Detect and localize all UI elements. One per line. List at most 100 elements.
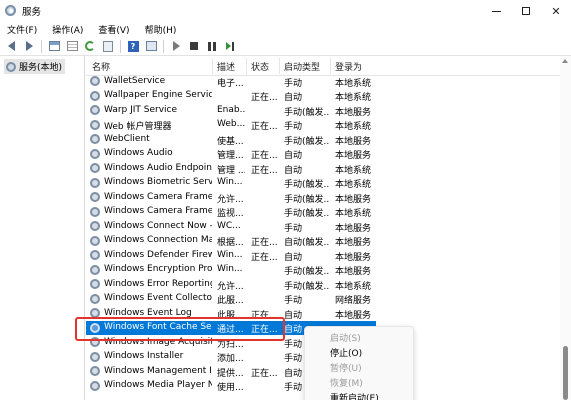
pause-service-button[interactable]	[205, 39, 219, 53]
menu-file[interactable]: 文件(F)	[7, 23, 37, 36]
restart-service-icon	[225, 41, 235, 51]
service-name: Windows Error Reporting S...	[104, 278, 212, 289]
show-console-tree-button[interactable]	[47, 39, 61, 53]
stop-service-button[interactable]	[187, 39, 201, 53]
menu-bar: 文件(F) 操作(A) 查看(V) 帮助(H)	[0, 22, 571, 37]
service-gear-icon	[90, 279, 100, 289]
table-row[interactable]: Windows Encryption Provid... Win... 手动(触发.…	[86, 263, 376, 277]
table-row[interactable]: Windows Error Reporting S... 允许... 手动(触发..…	[86, 277, 376, 292]
table-row[interactable]: Windows Connection Man... 根据... 正在... 自动(触发…	[86, 234, 376, 248]
service-gear-icon	[90, 250, 100, 260]
service-status: 正在...	[251, 122, 278, 132]
tree-item-services-local[interactable]: 服务(本地)	[4, 59, 66, 74]
pause-service-icon	[208, 41, 216, 51]
service-description: 监视...	[217, 209, 244, 219]
service-logon-as: 本地系统	[335, 281, 372, 292]
menu-action[interactable]: 操作(A)	[52, 23, 83, 36]
console-tree: 服务(本地)	[0, 56, 85, 400]
service-status: 正在...	[251, 238, 278, 248]
service-name: Windows Event Log	[104, 307, 192, 318]
service-name: Windows Installer	[104, 351, 184, 361]
list-view-button[interactable]	[65, 39, 79, 53]
service-name: WebClient	[104, 133, 150, 144]
column-header-logon-as[interactable]: 登录为	[335, 60, 362, 73]
table-row[interactable]: Windows Biometric Service Win... 手动(触发... 本…	[86, 176, 376, 190]
tree-item-label: 服务(本地)	[19, 63, 63, 73]
title-bar: 服务 ✕	[0, 0, 571, 22]
table-row[interactable]: Windows Audio 管理... 正在... 自动 本地服务	[86, 147, 376, 161]
table-row[interactable]: Windows Connect Now - C... WC... 手动 本地服务	[86, 219, 376, 234]
service-logon-as: 本地服务	[335, 310, 372, 321]
service-name: Windows Connect Now - C...	[104, 220, 212, 231]
properties-button[interactable]	[144, 39, 158, 53]
column-header-name[interactable]: 名称	[92, 60, 110, 73]
vertical-scrollbar[interactable]	[560, 56, 571, 400]
start-service-button[interactable]	[169, 39, 183, 53]
service-logon-as: 本地服务	[335, 136, 372, 147]
service-gear-icon	[90, 134, 100, 144]
service-logon-as: 本地系统	[335, 78, 372, 89]
column-header-startup-type[interactable]: 启动类型	[284, 60, 320, 73]
table-row[interactable]: Warp JIT Service Enab... 手动(触发... 本地服务	[86, 103, 376, 118]
service-description: 管理...	[217, 151, 244, 161]
service-logon-as: 本地服务	[335, 194, 372, 205]
properties-icon	[145, 41, 157, 51]
close-icon: ✕	[551, 4, 561, 18]
help-button[interactable]: ?	[126, 39, 140, 53]
refresh-button[interactable]	[83, 39, 97, 53]
service-name: Windows Encryption Provid...	[104, 264, 212, 274]
column-headers: 名称 描述 状态 启动类型 登录为	[86, 56, 571, 76]
table-row[interactable]: Windows Camera Frame S... 允许... 手动(触发... 本地…	[86, 190, 376, 205]
service-status: 正在...	[251, 252, 278, 263]
menu-help[interactable]: 帮助(H)	[145, 23, 177, 36]
service-name: Warp JIT Service	[104, 104, 178, 115]
service-name: Web 帐户管理器	[104, 122, 172, 132]
service-gear-icon	[90, 105, 100, 115]
maximize-button[interactable]	[511, 0, 541, 22]
service-logon-as: 本地系统	[335, 122, 372, 132]
service-name: Windows Audio Endpoint B...	[104, 162, 212, 173]
restart-service-button[interactable]	[223, 39, 237, 53]
menu-view[interactable]: 查看(V)	[98, 23, 129, 36]
export-list-icon	[103, 40, 113, 52]
table-row[interactable]: WebClient 使基... 手动(触发... 本地服务	[86, 132, 376, 147]
services-app-icon	[5, 5, 17, 17]
scroll-up-arrow-icon[interactable]	[562, 59, 568, 63]
column-header-description[interactable]: 描述	[217, 60, 235, 73]
service-gear-icon	[90, 90, 100, 101]
service-gear-icon	[90, 380, 100, 391]
context-menu-pause[interactable]: 暂停(U)	[330, 361, 362, 374]
context-menu-restart[interactable]: 重新启动(E)	[330, 391, 379, 400]
table-row[interactable]: WalletService 电子... 手动 本地系统	[86, 74, 376, 89]
table-row[interactable]: Web 帐户管理器 Web... 正在... 手动 本地系统	[86, 118, 376, 132]
service-logon-as: 本地系统	[335, 93, 372, 103]
column-header-status[interactable]: 状态	[251, 60, 269, 73]
table-row[interactable]: Windows Defender Firewall Win... 正在... 自动 本地…	[86, 248, 376, 263]
close-button[interactable]: ✕	[541, 0, 571, 22]
service-gear-icon	[90, 206, 100, 217]
minimize-button[interactable]	[481, 0, 511, 22]
service-description: WC...	[217, 220, 241, 231]
table-row[interactable]: Wallpaper Engine Service 正在... 自动 本地系统	[86, 89, 376, 103]
help-icon: ?	[127, 40, 139, 52]
service-logon-as: 本地服务	[335, 238, 372, 248]
table-row[interactable]: Windows Camera Frame S... 监视... 手动(触发... 本地…	[86, 205, 376, 219]
table-row[interactable]: Windows Event Collector 此服... 手动 网络服务	[86, 292, 376, 306]
start-service-icon	[172, 41, 180, 51]
service-logon-as: 本地服务	[335, 267, 372, 277]
export-list-button[interactable]	[101, 39, 115, 53]
service-gear-icon	[90, 351, 100, 362]
context-menu-start[interactable]: 启动(S)	[330, 331, 361, 344]
service-logon-as: 本地系统	[335, 180, 372, 190]
service-description: 允许...	[217, 194, 244, 205]
scrollbar-thumb[interactable]	[563, 346, 568, 400]
service-description: 管理 ...	[217, 165, 245, 176]
service-startup-type: 自动	[284, 252, 303, 263]
service-startup-type: 自动(触发...	[284, 238, 330, 248]
forward-button[interactable]	[22, 39, 36, 53]
service-gear-icon	[90, 235, 100, 246]
context-menu-resume[interactable]: 恢复(M)	[330, 376, 363, 389]
table-row[interactable]: Windows Audio Endpoint B... 管理 ... 正在... 自动…	[86, 161, 376, 176]
back-button[interactable]	[4, 39, 18, 53]
context-menu-stop[interactable]: 停止(O)	[330, 346, 362, 359]
